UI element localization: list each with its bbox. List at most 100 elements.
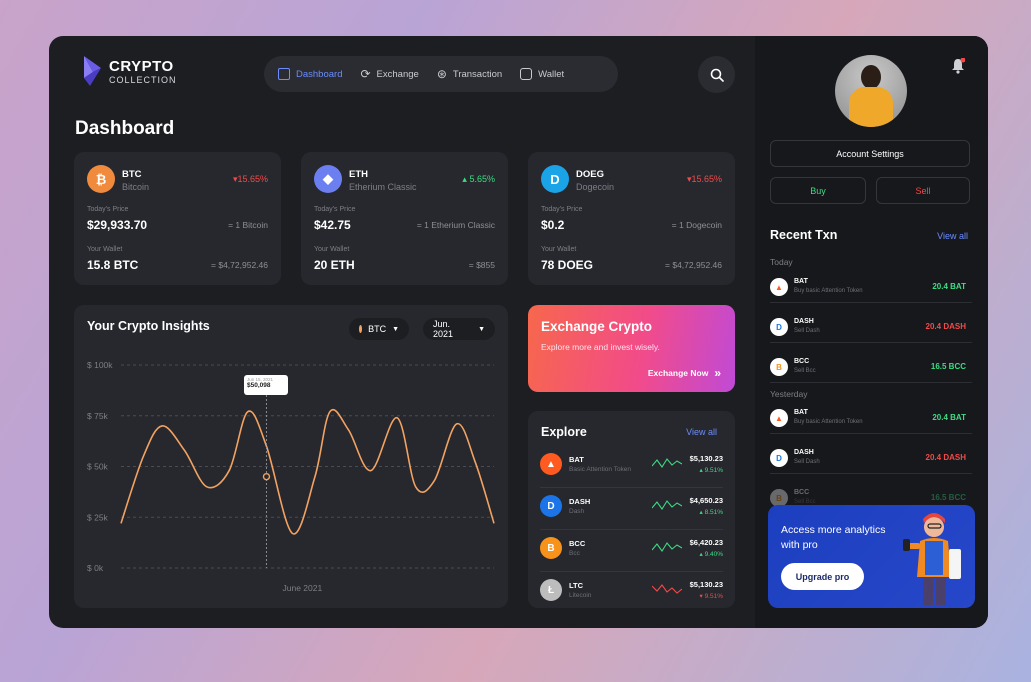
top-nav: Dashboard ⟳ Exchange ⊛ Transaction Walle… <box>264 56 618 92</box>
wallet-label: Your Wallet <box>541 246 577 253</box>
yesterday-label: Yesterday <box>770 389 808 399</box>
explore-view-all-link[interactable]: View all <box>686 427 717 437</box>
avatar[interactable] <box>835 55 907 127</box>
coin-card-btc[interactable]: ₿ BTC Bitcoin ▾15.65% Today's Price $29,… <box>74 152 281 285</box>
explore-price: $6,420.23 <box>689 538 723 547</box>
nav-wallet[interactable]: Wallet <box>520 68 564 80</box>
explore-price: $5,130.23 <box>689 580 723 589</box>
transaction-row[interactable]: ▲ BAT Buy basic Attention Token 20.4 BAT <box>770 271 972 303</box>
coin-name: Dogecoin <box>576 182 615 192</box>
search-button[interactable] <box>698 56 735 93</box>
nav-dashboard-label: Dashboard <box>296 68 343 80</box>
exchange-promo-card: Exchange Crypto Explore more and invest … <box>528 305 735 392</box>
dash-coin-icon: D <box>770 449 788 467</box>
coin-glyph: D <box>776 453 782 463</box>
coin-change: ▾15.65% <box>233 174 268 185</box>
coin-change: ▴ 5.65% <box>462 174 495 185</box>
bat-coin-icon: ▲ <box>540 453 562 475</box>
explore-row[interactable]: ▲ BAT Basic Attention Token $5,130.23 ▴ 9.51… <box>540 446 723 488</box>
account-settings-button[interactable]: Account Settings <box>770 140 970 167</box>
explore-change-value: 9.51% <box>704 467 723 474</box>
exchange-now-button[interactable]: Exchange Now » <box>648 366 721 380</box>
explore-change: ▾ 9.51% <box>699 592 723 600</box>
transaction-description: Sell Dash <box>794 328 820 334</box>
transaction-row[interactable]: D DASH Sell Dash 20.4 DASH <box>770 311 972 343</box>
coin-name: Bitcoin <box>122 182 150 192</box>
page-title: Dashboard <box>75 118 175 139</box>
nav-wallet-label: Wallet <box>538 68 565 80</box>
up-arrow-icon: ▴ <box>699 467 703 474</box>
coin-card-doeg[interactable]: D DOEG Dogecoin ▾15.65% Today's Price $0… <box>528 152 735 285</box>
sparkline <box>652 542 682 552</box>
nav-transaction-label: Transaction <box>452 68 503 80</box>
dogecoin-icon: D <box>541 165 569 193</box>
transaction-symbol: DASH <box>794 318 814 325</box>
brand-subtitle: COLLECTION <box>109 74 177 85</box>
bell-icon[interactable] <box>951 57 966 79</box>
exchange-now-label: Exchange Now <box>647 368 709 378</box>
explore-panel: Explore View all ▲ BAT Basic Attention Tok… <box>528 411 735 608</box>
btc-series-line <box>120 409 495 535</box>
sparkline <box>652 584 682 594</box>
nav-exchange-label: Exchange <box>376 68 419 80</box>
transaction-row[interactable]: B BCC Sell Bcc 16.5 BCC <box>770 351 972 383</box>
bat-coin-icon: ▲ <box>770 278 788 296</box>
buy-button[interactable]: Buy <box>770 177 866 204</box>
recent-view-all-link[interactable]: View all <box>937 231 968 241</box>
coin-change-value: 5.65% <box>469 174 495 184</box>
coin-wallet: 78 DOEG <box>541 258 594 272</box>
coin-glyph: ▲ <box>775 413 783 423</box>
insights-chart[interactable]: $ 0k $ 25k $ 50k $ 75k $ 100k June 2021 <box>74 305 508 608</box>
exchange-subtitle: Explore more and invest wisely. <box>541 342 660 352</box>
explore-symbol: DASH <box>569 497 591 506</box>
dash-coin-icon: D <box>540 495 562 517</box>
coin-price-equivalent: = 1 Bitcoin <box>228 220 268 230</box>
transaction-icon: ⊛ <box>436 67 447 81</box>
brand-logo[interactable]: CRYPTO COLLECTION <box>81 56 177 86</box>
brand-title: CRYPTO <box>109 57 174 75</box>
explore-change: ▴ 9.40% <box>699 550 723 558</box>
x-axis-label: June 2021 <box>283 583 323 593</box>
sell-button[interactable]: Sell <box>876 177 970 204</box>
coin-price-equivalent: = 1 Dogecoin <box>671 220 722 230</box>
transaction-amount: 16.5 BCC <box>930 362 966 371</box>
explore-change: ▴ 8.51% <box>699 508 723 516</box>
transaction-symbol: BAT <box>794 409 808 416</box>
explore-row[interactable]: Ł LTC Litecoin $5,130.23 ▾ 9.51% <box>540 572 723 614</box>
bitcoin-glyph: ₿ <box>95 171 107 187</box>
upgrade-text: Access more analytics with pro <box>781 524 886 551</box>
transaction-symbol: DASH <box>794 449 814 456</box>
coin-symbol: BTC <box>122 169 142 180</box>
explore-name: Dash <box>569 508 585 515</box>
transaction-row[interactable]: D DASH Sell Dash 20.4 DASH <box>770 442 972 474</box>
explore-change-value: 9.40% <box>704 551 723 558</box>
nav-exchange[interactable]: ⟳ Exchange <box>360 67 418 81</box>
explore-change-value: 8.51% <box>704 509 723 516</box>
transaction-amount: 20.4 BAT <box>932 282 966 291</box>
y-tick-label: $ 0k <box>87 563 104 573</box>
coin-wallet: 20 ETH <box>314 258 355 272</box>
explore-change-value: 9.51% <box>704 593 723 600</box>
explore-row[interactable]: B BCC Bcc $6,420.23 ▴ 9.40% <box>540 530 723 572</box>
transaction-row[interactable]: ▲ BAT Buy basic Attention Token 20.4 BAT <box>770 402 972 434</box>
coin-glyph: B <box>776 362 782 372</box>
coin-card-eth[interactable]: ◆ ETH Etherium Classic ▴ 5.65% Today's P… <box>301 152 508 285</box>
coin-change-value: 15.65% <box>691 174 722 184</box>
transaction-description: Sell Bcc <box>794 368 816 374</box>
transaction-amount: 20.4 DASH <box>925 322 966 331</box>
upgrade-pro-button[interactable]: Upgrade pro <box>781 563 864 590</box>
explore-row[interactable]: D DASH Dash $4,650.23 ▴ 8.51% <box>540 488 723 530</box>
nav-transaction[interactable]: ⊛ Transaction <box>437 67 502 81</box>
up-arrow-icon: ▴ <box>699 551 703 558</box>
nav-dashboard[interactable]: Dashboard <box>278 68 342 80</box>
exchange-icon: ⟳ <box>360 67 371 81</box>
transaction-description: Buy basic Attention Token <box>794 288 863 294</box>
coin-glyph: B <box>547 542 555 554</box>
bcc-coin-icon: B <box>540 537 562 559</box>
wallet-label: Your Wallet <box>87 246 123 253</box>
today-label: Today <box>770 257 793 267</box>
explore-title: Explore <box>541 425 587 439</box>
coin-glyph: D <box>547 500 555 512</box>
coin-glyph: ▲ <box>546 458 556 470</box>
ethereum-logo-icon <box>84 56 101 86</box>
